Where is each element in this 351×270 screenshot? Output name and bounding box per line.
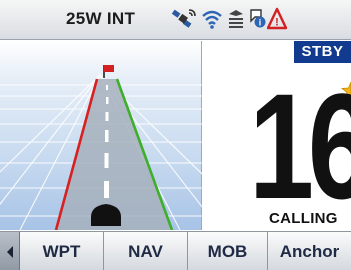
alert-triangle-icon: ! xyxy=(267,7,287,30)
softkey-wpt[interactable]: WPT xyxy=(20,232,104,270)
softkey-scroll-left[interactable] xyxy=(0,232,20,270)
channel-number: 16 xyxy=(249,62,351,230)
highway-graphic xyxy=(0,65,261,231)
svg-text:!: ! xyxy=(275,17,279,29)
softkey-anchor[interactable]: Anchor xyxy=(268,232,351,270)
wifi-icon xyxy=(202,10,222,29)
ais-info-icon: i xyxy=(250,9,266,28)
softkey-nav[interactable]: NAV xyxy=(104,232,188,270)
softkey-bar: WPT NAV MOB Anchor xyxy=(0,231,351,270)
svg-text:i: i xyxy=(259,18,262,28)
radio-display: 25W INT i ! STBY 1 CALLING WPT NAV MOB A… xyxy=(0,0,351,270)
status-bar: 25W INT i ! xyxy=(0,0,351,40)
gps-satellite-icon xyxy=(171,9,196,28)
arrow-left-icon xyxy=(6,245,13,258)
navigation-highway-view xyxy=(0,41,261,231)
channel-info-panel: STBY 16 CALLING xyxy=(203,41,351,230)
softkey-mob[interactable]: MOB xyxy=(188,232,268,270)
water-depth-icon xyxy=(229,10,243,28)
destination-flag-icon xyxy=(103,65,114,78)
calling-channel-label: CALLING xyxy=(269,210,338,227)
stby-indicator: STBY xyxy=(294,41,351,63)
power-channel-mode: 25W INT xyxy=(66,9,136,28)
